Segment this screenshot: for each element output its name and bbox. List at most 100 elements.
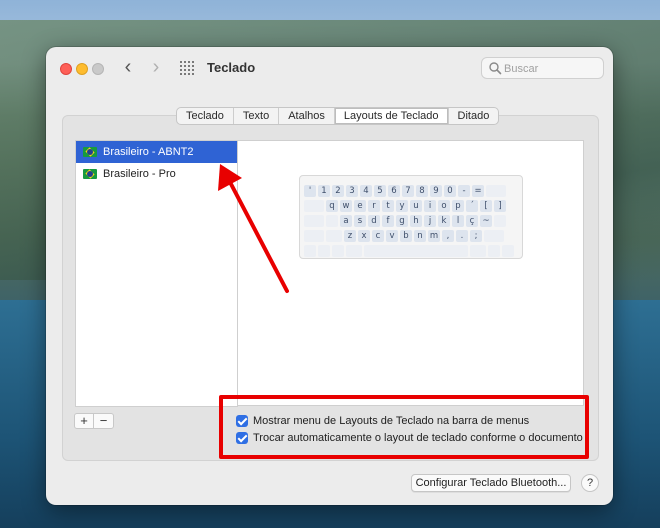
keyboard-key: s [354,215,366,227]
auto-switch-checkbox[interactable] [236,432,248,444]
keyboard-key: y [396,200,408,212]
tab-ditado[interactable]: Ditado [449,108,499,124]
keyboard-key-blank [304,200,324,212]
keyboard-key: u [410,200,422,212]
list-item-label: Brasileiro - ABNT2 [103,146,194,158]
auto-switch-label: Trocar automaticamente o layout de tecla… [253,432,583,444]
keyboard-key: ´ [466,200,478,212]
keyboard-key: d [368,215,380,227]
keyboard-key: b [400,230,412,242]
keyboard-key-blank [326,230,342,242]
keyboard-key-blank [502,245,514,257]
keyboard-key: k [438,215,450,227]
keyboard-key: = [472,185,484,197]
keyboard-key: j [424,215,436,227]
keyboard-key-blank [488,245,500,257]
minimize-button[interactable] [76,63,88,75]
preferences-window: ‹ › Teclado Teclado Texto Atalhos Layout… [46,47,613,505]
tab-layouts-de-teclado[interactable]: Layouts de Teclado [334,108,449,124]
keyboard-key: t [382,200,394,212]
keyboard-key: 6 [388,185,400,197]
tab-texto[interactable]: Texto [234,108,280,124]
keyboard-key: w [340,200,352,212]
list-item-label: Brasileiro - Pro [103,168,176,180]
keyboard-key: , [442,230,454,242]
keyboard-key: ] [494,200,506,212]
keyboard-key: 8 [416,185,428,197]
keyboard-key: v [386,230,398,242]
auto-switch-option[interactable]: Trocar automaticamente o layout de tecla… [236,432,583,444]
keyboard-key-blank [304,245,316,257]
keyboard-key: q [326,200,338,212]
keyboard-key: h [410,215,422,227]
keyboard-key: [ [480,200,492,212]
keyboard-row-5 [304,245,516,257]
keyboard-key: o [438,200,450,212]
list-item-brasileiro-pro[interactable]: Brasileiro - Pro [76,163,237,185]
zoom-button[interactable] [92,63,104,75]
keyboard-key: 5 [374,185,386,197]
tab-bar: Teclado Texto Atalhos Layouts de Teclado… [176,107,500,125]
keyboard-key-blank [304,215,324,227]
keyboard-key: ' [304,185,316,197]
keyboard-preview: ' 1 2 3 4 5 6 7 8 9 0- = q w e r t y u i o p ´[] a s d f g h j k l ç ~ … [299,175,523,259]
keyboard-key-blank [484,230,504,242]
search-icon [489,62,502,75]
brazil-flag-icon [83,147,97,157]
show-menu-checkbox[interactable] [236,415,248,427]
keyboard-key-blank [346,245,362,257]
search-field[interactable] [481,57,604,79]
forward-arrow-icon[interactable]: › [146,56,166,79]
keyboard-key: ç [466,215,478,227]
keyboard-row-2: q w e r t y u i o p ´[] [304,200,508,212]
keyboard-key: 9 [430,185,442,197]
keyboard-key: 7 [402,185,414,197]
keyboard-key: a [340,215,352,227]
keyboard-row-4: z x c v b n m,.; [304,230,506,242]
keyboard-key: g [396,215,408,227]
keyboard-key: c [372,230,384,242]
keyboard-key: . [456,230,468,242]
title-bar: ‹ › Teclado [46,47,613,89]
search-input[interactable] [504,61,599,76]
back-arrow-icon[interactable]: ‹ [118,56,138,79]
keyboard-row-1: ' 1 2 3 4 5 6 7 8 9 0- = [304,185,508,197]
show-all-grid-icon[interactable] [180,61,194,75]
keyboard-key: f [382,215,394,227]
layout-list[interactable]: Brasileiro - ABNT2 Brasileiro - Pro [75,140,238,407]
annotation-highlight-box [219,395,589,459]
keyboard-key-blank [486,185,506,197]
keyboard-key-blank [470,245,486,257]
keyboard-key-blank [332,245,344,257]
add-layout-button[interactable]: + [75,414,94,428]
keyboard-key: r [368,200,380,212]
remove-layout-button[interactable]: − [94,414,113,428]
keyboard-key: m [428,230,440,242]
help-button[interactable]: ? [581,474,599,492]
list-item-brasileiro-abnt2[interactable]: Brasileiro - ABNT2 [76,141,237,163]
keyboard-key: 3 [346,185,358,197]
tab-atalhos[interactable]: Atalhos [279,108,335,124]
keyboard-key-blank [494,215,506,227]
keyboard-key: z [344,230,356,242]
show-menu-option[interactable]: Mostrar menu de Layouts de Teclado na ba… [236,415,529,427]
configure-bluetooth-keyboard-button[interactable]: Configurar Teclado Bluetooth... [411,474,571,492]
keyboard-key: p [452,200,464,212]
window-title: Teclado [207,60,256,75]
keyboard-row-3: a s d f g h j k l ç ~ [304,215,508,227]
keyboard-key: l [452,215,464,227]
keyboard-key: i [424,200,436,212]
tab-teclado[interactable]: Teclado [177,108,234,124]
keyboard-key: x [358,230,370,242]
keyboard-key: 4 [360,185,372,197]
keyboard-key-blank [304,230,324,242]
show-menu-label: Mostrar menu de Layouts de Teclado na ba… [253,415,530,427]
keyboard-key: - [458,185,470,197]
close-button[interactable] [60,63,72,75]
keyboard-key: 1 [318,185,330,197]
keyboard-key-blank [318,245,330,257]
keyboard-key: n [414,230,426,242]
keyboard-key: 0 [444,185,456,197]
keyboard-key: 2 [332,185,344,197]
keyboard-key-blank [364,245,468,257]
